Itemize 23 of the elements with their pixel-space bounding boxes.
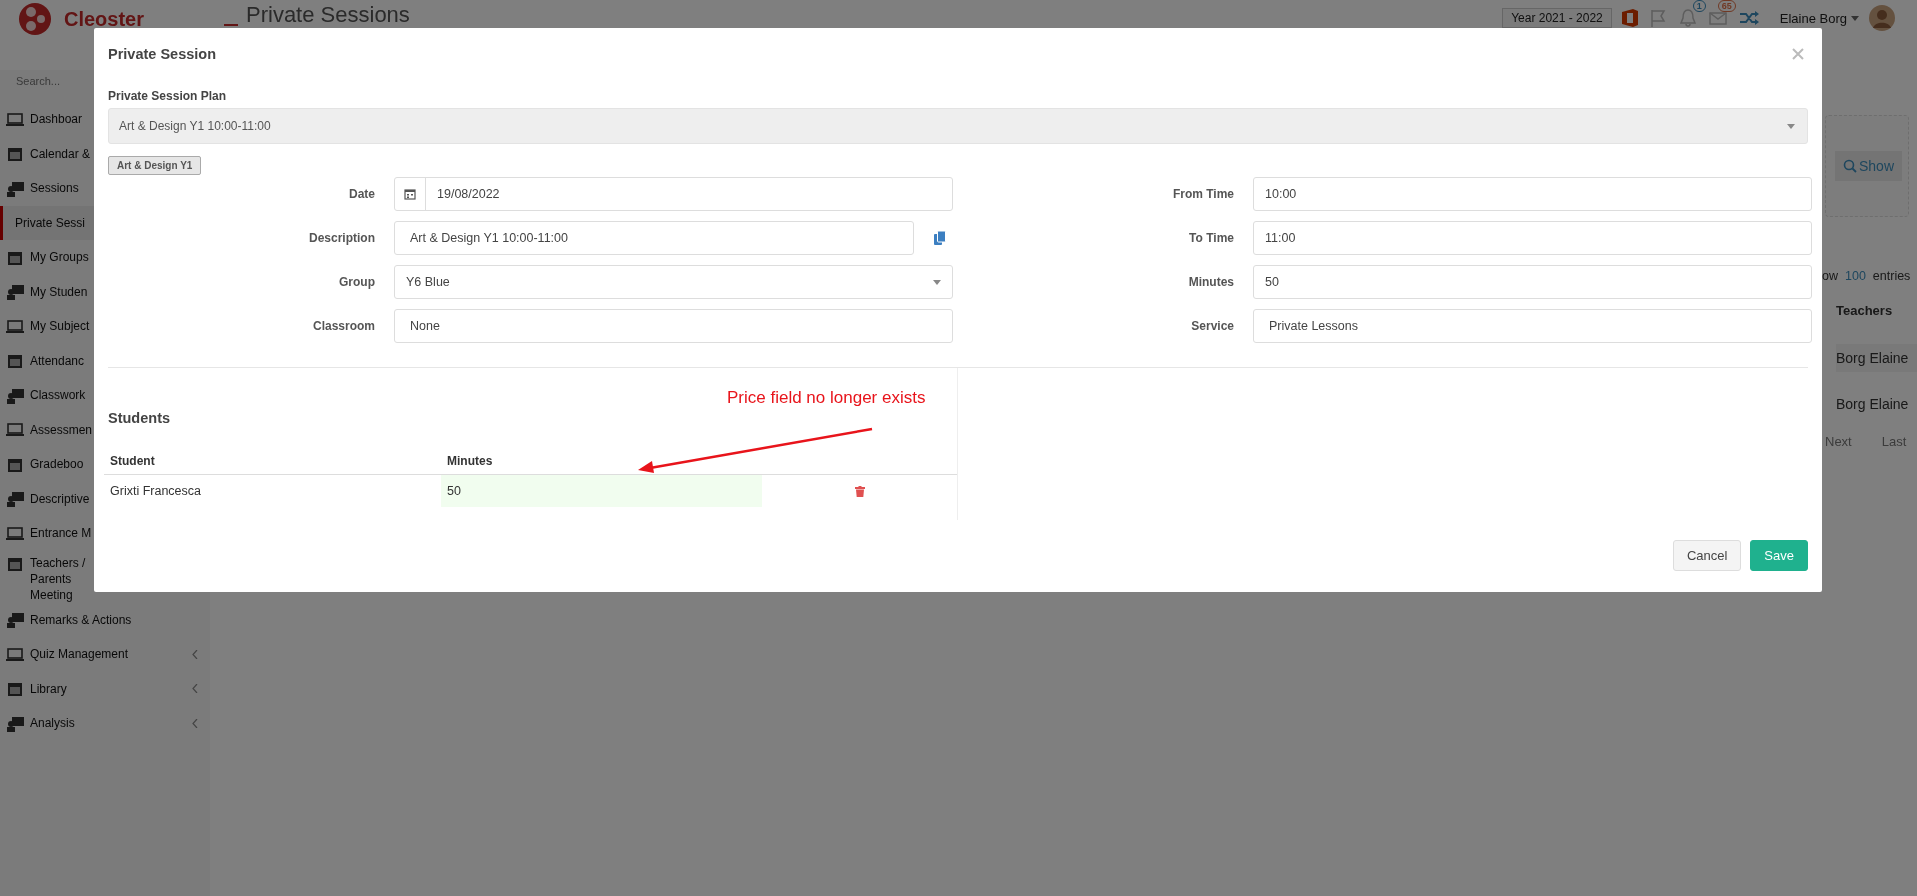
count-badge: 1 bbox=[1692, 0, 1706, 12]
table-cell: Borg Elaine bbox=[1836, 344, 1917, 372]
field-label: Date bbox=[348, 187, 375, 201]
modal-title: Private Session bbox=[108, 46, 216, 62]
field-label: To Time bbox=[1188, 231, 1234, 245]
table-cell-text: Grixti Francesca bbox=[109, 483, 202, 500]
field-label: Classroom bbox=[311, 319, 375, 333]
column-header: Teachers bbox=[1836, 303, 1893, 318]
field-label: Group bbox=[338, 275, 375, 289]
logo-text: Cleoster bbox=[64, 7, 145, 31]
field-label: Minutes bbox=[1187, 275, 1234, 289]
entries-label: entries bbox=[1872, 269, 1911, 283]
field-label: Service bbox=[1190, 319, 1234, 333]
entries-label: ow bbox=[1822, 269, 1838, 283]
page-title: Private Sessions bbox=[246, 1, 410, 28]
count-badge: 65 bbox=[1717, 0, 1736, 12]
section-title: Students bbox=[108, 410, 171, 426]
column-header: Student bbox=[104, 448, 441, 475]
field-label: Description bbox=[308, 231, 375, 245]
field-label: Private Session Plan bbox=[108, 89, 228, 103]
field-label: From Time bbox=[1171, 187, 1234, 201]
table-cell: Borg Elaine bbox=[1836, 396, 1909, 412]
annotation-text: Price field no longer exists bbox=[727, 388, 926, 408]
